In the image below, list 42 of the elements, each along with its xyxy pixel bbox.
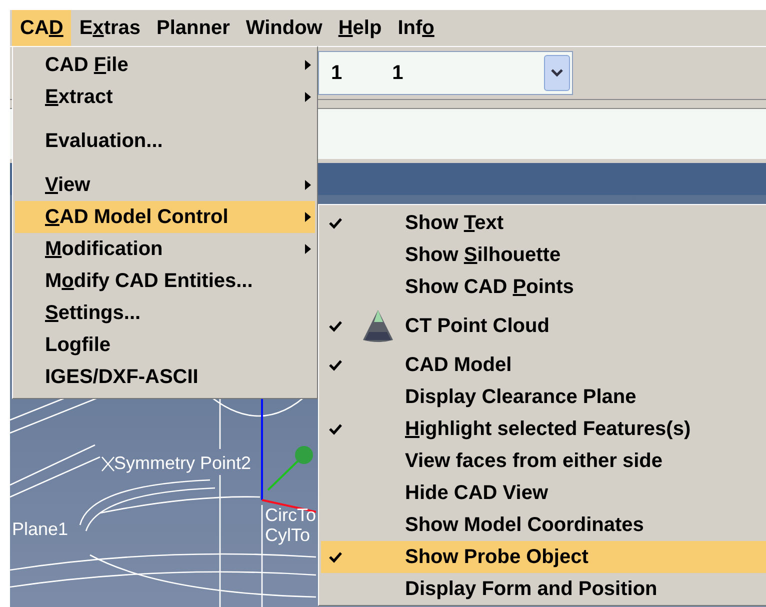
menu-item[interactable]: Modification (15, 233, 315, 265)
view-label: Symmetry Point2 (114, 453, 252, 473)
view-label: CylTo (265, 525, 310, 545)
view-label: CircTo (265, 505, 316, 525)
menu-bar-item[interactable]: Planner (148, 10, 238, 46)
menu-item[interactable]: Show Probe Object (321, 541, 766, 573)
menu-item[interactable]: Show Text (321, 207, 766, 239)
menu-item[interactable]: Extract (15, 81, 315, 113)
menu-item[interactable]: View (15, 169, 315, 201)
menu-item[interactable]: View faces from either side (321, 445, 766, 477)
menu-bar-item[interactable]: CAD (12, 10, 72, 46)
menu-item[interactable]: CAD Model Control (15, 201, 315, 233)
combo-value: 1 (392, 62, 404, 84)
submenu-arrow-icon (305, 244, 311, 254)
menu-item[interactable]: Show Silhouette (321, 239, 766, 271)
menu-bar-item[interactable]: Help (330, 10, 390, 46)
view-label: Plane1 (12, 519, 68, 539)
chevron-down-icon (550, 68, 564, 78)
submenu-arrow-icon (305, 212, 311, 222)
menu-item[interactable]: Hide CAD View (321, 477, 766, 509)
combo-value: 1 (331, 62, 342, 84)
menu-item[interactable]: IGES/DXF-ASCII (15, 361, 315, 393)
submenu-arrow-icon (305, 60, 311, 70)
menu-item[interactable]: Evaluation... (15, 125, 315, 157)
dropdown-button[interactable] (544, 55, 570, 91)
menu-bar-item[interactable]: Window (238, 10, 330, 46)
menu-bar-item[interactable]: Info (390, 10, 442, 46)
menu-item[interactable]: Logfile (15, 329, 315, 361)
menu-item[interactable]: Display Form and Position (321, 573, 766, 605)
menu-item[interactable]: Show CAD Points (321, 271, 766, 303)
menu-item[interactable]: Settings... (15, 297, 315, 329)
combo-box[interactable]: 1 1 (318, 51, 573, 95)
menu-item[interactable]: Show Model Coordinates (321, 509, 766, 541)
menu-item[interactable]: CT Point Cloud (321, 303, 766, 349)
menu-item[interactable]: CAD Model (321, 349, 766, 381)
menu-item[interactable]: Display Clearance Plane (321, 381, 766, 413)
menu-item[interactable]: Highlight selected Features(s) (321, 413, 766, 445)
submenu-arrow-icon (305, 180, 311, 190)
menu-bar-item[interactable]: Extras (71, 10, 149, 46)
menu-item[interactable]: Modify CAD Entities... (15, 265, 315, 297)
menu-item[interactable]: CAD File (15, 49, 315, 81)
submenu-arrow-icon (305, 92, 311, 102)
